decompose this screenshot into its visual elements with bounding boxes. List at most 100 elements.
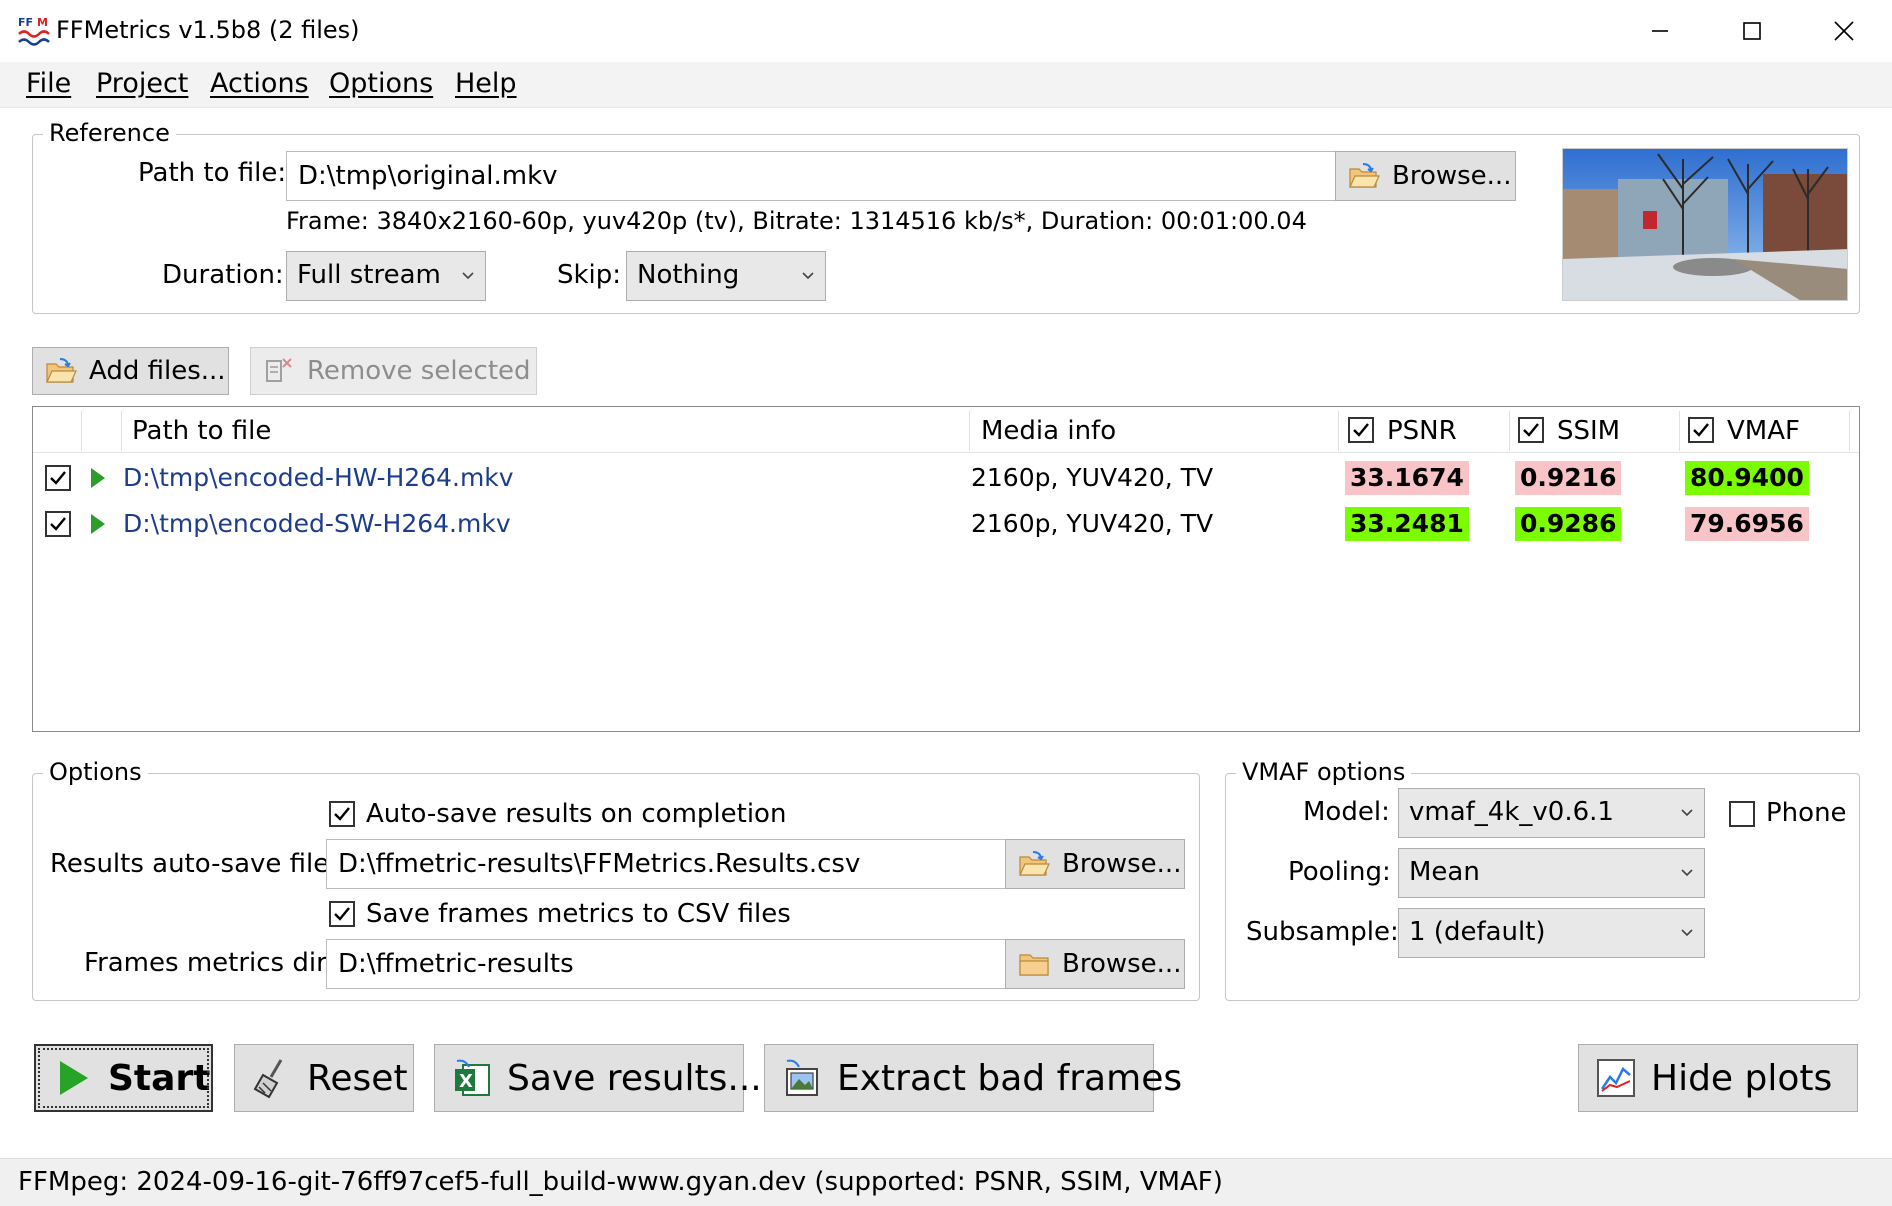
row-checkbox[interactable] [45, 465, 71, 491]
column-separator [1849, 411, 1850, 451]
column-separator [1679, 411, 1680, 451]
save-frames-label: Save frames metrics to CSV files [366, 899, 791, 929]
maximize-button[interactable] [1706, 0, 1798, 62]
phone-checkbox[interactable] [1729, 801, 1755, 827]
results-file-input[interactable]: D:\ffmetric-results\FFMetrics.Results.cs… [326, 839, 1006, 889]
menu-bar: File Project Actions Options Help [0, 62, 1892, 108]
reference-path-label: Path to file: [138, 158, 287, 188]
hide-plots-button[interactable]: Hide plots [1578, 1044, 1858, 1112]
status-bar: FFMpeg: 2024-09-16-git-76ff97cef5-full_b… [0, 1158, 1892, 1206]
folder-open-icon [1019, 851, 1050, 876]
folder-open-icon [46, 358, 77, 383]
column-header-psnr[interactable]: PSNR [1387, 416, 1457, 446]
reference-frame-info: Frame: 3840x2160-60p, yuv420p (tv), Bitr… [286, 207, 1307, 235]
row-psnr-value: 33.1674 [1345, 461, 1469, 495]
reference-path-input[interactable]: D:\tmp\original.mkv [286, 151, 1336, 201]
reference-legend: Reference [43, 119, 176, 147]
chevron-down-icon [1681, 869, 1693, 877]
column-header-vmaf[interactable]: VMAF [1727, 416, 1800, 446]
subsample-value: 1 (default) [1409, 917, 1546, 947]
reference-browse-label: Browse... [1392, 161, 1512, 191]
reference-browse-button[interactable]: Browse... [1335, 151, 1516, 201]
close-icon [1834, 21, 1854, 41]
remove-selected-button[interactable]: Remove selected [250, 347, 537, 395]
file-list-header: Path to file Media info PSNR SSIM VMAF [33, 407, 1859, 453]
column-separator [81, 411, 82, 451]
start-button[interactable]: Start [34, 1044, 213, 1112]
column-separator [1338, 411, 1339, 451]
remove-selected-label: Remove selected [307, 356, 531, 386]
column-header-path[interactable]: Path to file [132, 416, 271, 446]
row-media-info: 2160p, YUV420, TV [971, 463, 1214, 492]
menu-project[interactable]: Project [96, 68, 188, 99]
subsample-label: Subsample: [1246, 917, 1399, 947]
autosave-checkbox[interactable] [329, 801, 355, 827]
title-bar: FF M FFMetrics v1.5b8 (2 files) [0, 0, 1892, 62]
hide-plots-label: Hide plots [1651, 1057, 1833, 1099]
menu-actions[interactable]: Actions [210, 68, 309, 99]
row-path: D:\tmp\encoded-SW-H264.mkv [123, 509, 511, 538]
minimize-button[interactable] [1614, 0, 1706, 62]
row-ssim-value: 0.9286 [1515, 507, 1622, 541]
column-separator [1509, 411, 1510, 451]
extract-frames-icon [786, 1059, 818, 1096]
svg-text:X: X [459, 1071, 473, 1092]
play-icon[interactable] [89, 466, 107, 490]
row-media-info: 2160p, YUV420, TV [971, 509, 1214, 538]
status-text: FFMpeg: 2024-09-16-git-76ff97cef5-full_b… [18, 1167, 1223, 1197]
remove-file-icon [266, 358, 292, 382]
pooling-label: Pooling: [1288, 857, 1391, 887]
play-icon [60, 1061, 88, 1095]
save-results-button[interactable]: X Save results... [434, 1044, 762, 1112]
frames-dir-browse-button[interactable]: Browse... [1005, 939, 1185, 989]
folder-open-icon [1349, 163, 1380, 188]
row-path: D:\tmp\encoded-HW-H264.mkv [123, 463, 514, 492]
chevron-down-icon [462, 272, 474, 280]
duration-label: Duration: [162, 260, 284, 290]
row-checkbox[interactable] [45, 511, 71, 537]
check-icon [334, 907, 350, 921]
broom-icon [253, 1059, 283, 1099]
skip-label: Skip: [557, 260, 622, 290]
menu-options[interactable]: Options [329, 68, 433, 99]
extract-bad-frames-button[interactable]: Extract bad frames [764, 1044, 1182, 1112]
menu-file[interactable]: File [26, 68, 71, 99]
play-icon[interactable] [89, 512, 107, 536]
column-header-media-info[interactable]: Media info [981, 416, 1116, 446]
autosave-label: Auto-save results on completion [366, 799, 787, 829]
table-row[interactable]: D:\tmp\encoded-SW-H264.mkv 2160p, YUV420… [33, 501, 1859, 547]
check-icon [50, 471, 66, 485]
ssim-checkbox[interactable] [1518, 417, 1544, 443]
close-button[interactable] [1798, 0, 1890, 62]
results-file-browse-button[interactable]: Browse... [1005, 839, 1185, 889]
frames-dir-input[interactable]: D:\ffmetric-results [326, 939, 1006, 989]
vmaf-options-legend: VMAF options [1236, 758, 1412, 786]
table-row[interactable]: D:\tmp\encoded-HW-H264.mkv 2160p, YUV420… [33, 455, 1859, 501]
frames-dir-label: Frames metrics dir: [84, 948, 336, 978]
chevron-down-icon [1681, 809, 1693, 817]
row-psnr-value: 33.2481 [1345, 507, 1469, 541]
pooling-value: Mean [1409, 857, 1480, 887]
model-select[interactable]: vmaf_4k_v0.6.1 [1398, 788, 1705, 838]
file-list[interactable]: Path to file Media info PSNR SSIM VMAF D… [32, 406, 1860, 732]
pooling-select[interactable]: Mean [1398, 848, 1705, 898]
model-value: vmaf_4k_v0.6.1 [1409, 797, 1614, 827]
save-frames-checkbox[interactable] [329, 901, 355, 927]
add-files-button[interactable]: Add files... [32, 347, 229, 395]
phone-label: Phone [1766, 798, 1847, 828]
check-icon [1353, 423, 1369, 437]
window-title: FFMetrics v1.5b8 (2 files) [56, 16, 360, 44]
column-header-ssim[interactable]: SSIM [1557, 416, 1620, 446]
check-icon [334, 807, 350, 821]
excel-export-icon: X [455, 1059, 490, 1096]
menu-help[interactable]: Help [455, 68, 517, 99]
subsample-select[interactable]: 1 (default) [1398, 908, 1705, 958]
vmaf-checkbox[interactable] [1688, 417, 1714, 443]
psnr-checkbox[interactable] [1348, 417, 1374, 443]
row-vmaf-value: 79.6956 [1685, 507, 1809, 541]
frames-dir-browse-label: Browse... [1062, 949, 1182, 979]
check-icon [1523, 423, 1539, 437]
reset-button[interactable]: Reset [234, 1044, 414, 1112]
skip-select[interactable]: Nothing [626, 251, 826, 301]
duration-select[interactable]: Full stream [286, 251, 486, 301]
